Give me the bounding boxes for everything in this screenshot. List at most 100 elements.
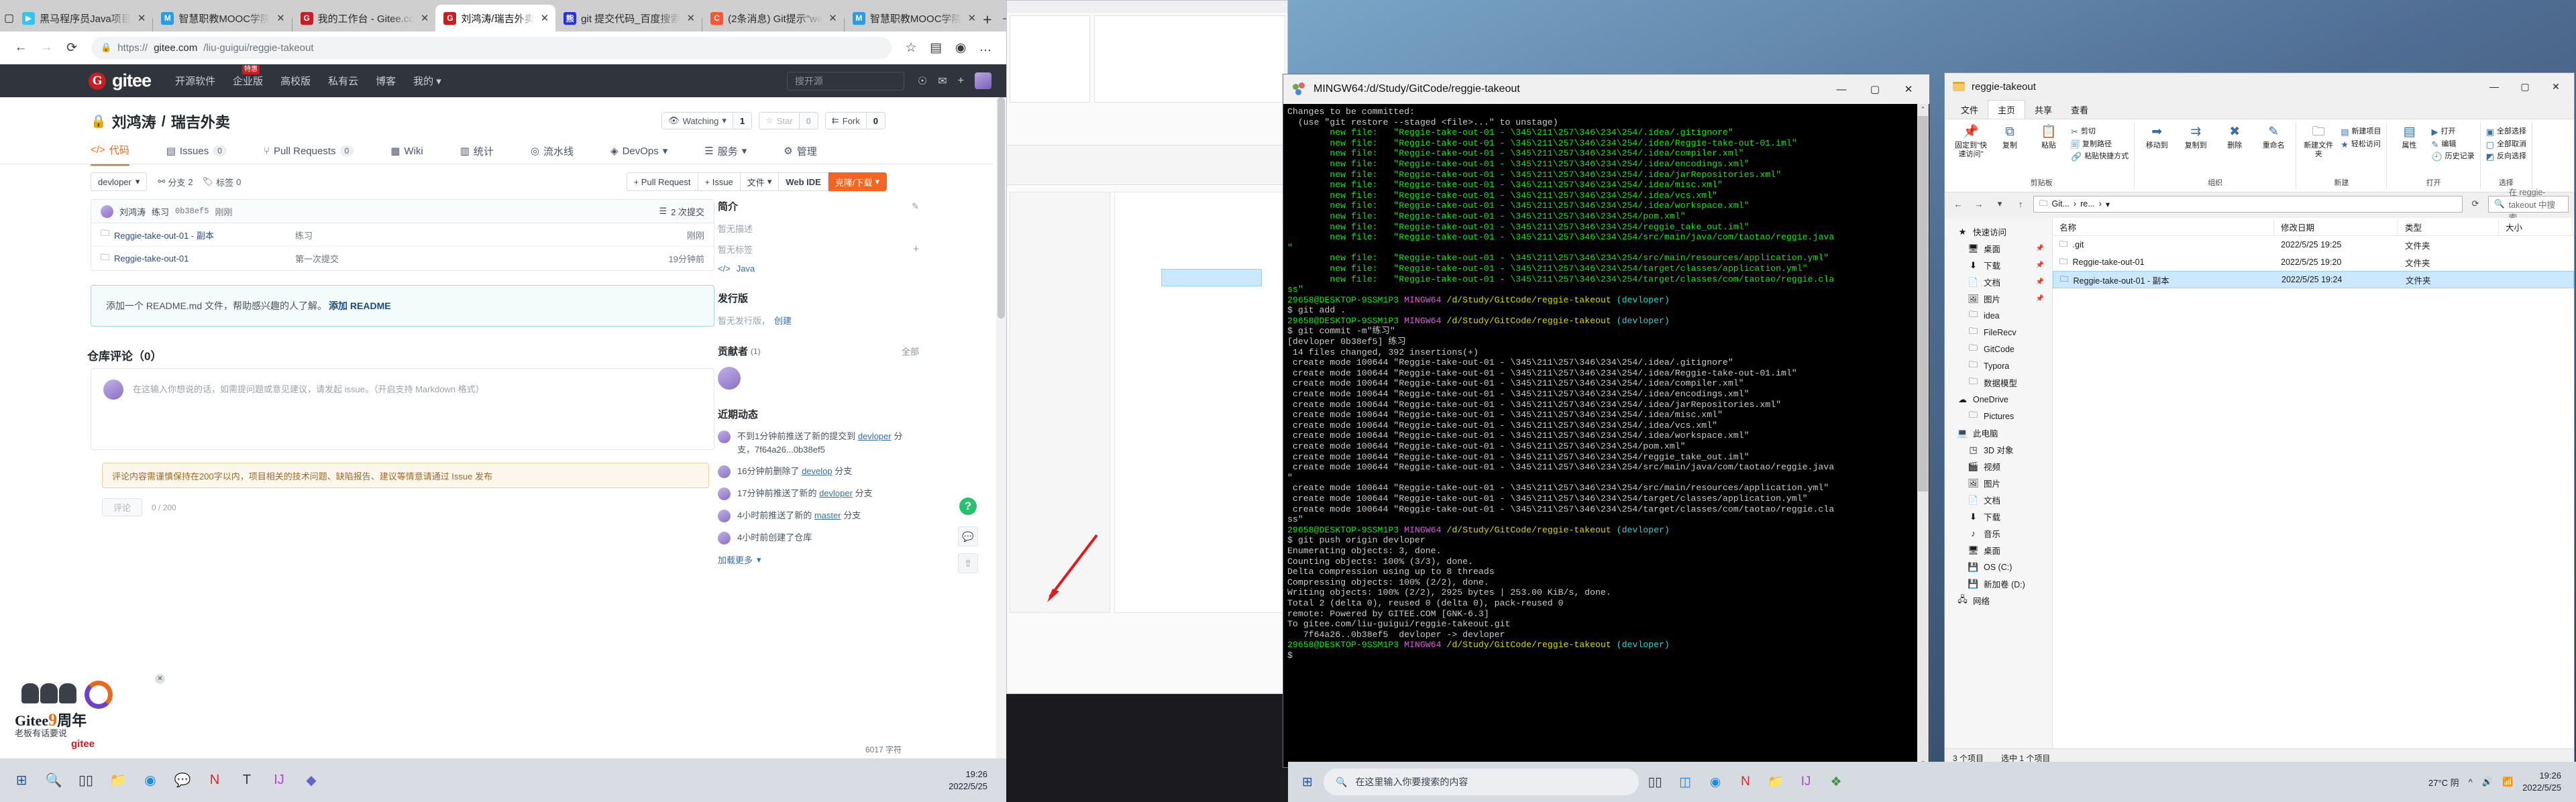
search-icon[interactable]: 🔍 [39, 766, 68, 795]
start-icon[interactable]: ⊞ [7, 766, 36, 795]
branches-link[interactable]: ⚯ 分支 2 [158, 176, 193, 188]
edge-icon[interactable]: ◉ [136, 766, 165, 795]
close-icon[interactable]: ✕ [1892, 74, 1925, 104]
minimize-icon[interactable]: — [992, 5, 1006, 32]
repo-tab-代码[interactable]: </> 代码 [91, 143, 129, 166]
ribbon-button-移动到[interactable]: ➡ 移动到 [2140, 125, 2174, 150]
explorer-ribbon-tab-共享[interactable]: 共享 [2025, 101, 2061, 119]
wechat-icon[interactable]: 💬 [168, 766, 197, 795]
close-icon[interactable]: ✕ [2540, 73, 2571, 100]
close-icon[interactable]: ✕ [138, 12, 146, 24]
close-icon[interactable]: ✕ [421, 12, 429, 24]
repo-tab-Issues[interactable]: ▤ Issues 0 [166, 143, 227, 166]
activity-link[interactable]: develop [802, 466, 833, 476]
clock-monitor-2[interactable]: 19:26 2022/5/25 [2522, 770, 2561, 793]
repo-tab-Pull Requests[interactable]: ⑂ Pull Requests 0 [264, 143, 354, 166]
table-row[interactable]: 🗀 Reggie-take-out-01 2022/5/25 19:20 文件夹 [2053, 253, 2574, 271]
ribbon-button-新建文件夹[interactable]: 🗀 新建文件夹 [2302, 125, 2335, 159]
gitee-nav-item[interactable]: 私有云 [328, 74, 358, 88]
ribbon-button-历史记录[interactable]: 🕘 历史记录 [2431, 152, 2474, 162]
browser-tab[interactable]: 熊 git 提交代码_百度搜索 ✕ [555, 5, 702, 32]
repo-tab-DevOps[interactable]: ◈ DevOps ▾ [610, 143, 667, 166]
terminal-scrollbar[interactable]: ⌃ ⌄ [1917, 104, 1929, 766]
maximize-icon[interactable]: ▢ [2510, 73, 2540, 100]
browser-tab[interactable]: G 刘鸿涛/瑞吉外卖 ✕ [435, 5, 556, 32]
ribbon-button-新建项目[interactable]: ▤ 新建项目 [2341, 127, 2381, 137]
forward-icon[interactable]: → [1971, 196, 1987, 212]
column-header-大小[interactable]: 大小 [2499, 218, 2573, 235]
ribbon-button-属性[interactable]: ▤ 属性 [2392, 125, 2426, 150]
path-segment[interactable]: re... [2080, 199, 2095, 209]
gitee-nav-item[interactable]: 开源软件 [175, 74, 215, 88]
repo-name[interactable]: 瑞吉外卖 [171, 111, 230, 132]
repo-action-+ Issue[interactable]: + Issue [698, 172, 741, 191]
repo-action-Web IDE[interactable]: Web IDE [779, 172, 828, 191]
pin-icon[interactable]: 📌 [2036, 262, 2044, 269]
tray-chevron-icon[interactable]: ^ [2469, 777, 2473, 787]
create-release-link[interactable]: 创建 [774, 314, 792, 327]
activity-link[interactable]: devloper [858, 431, 892, 441]
close-icon[interactable]: ✕ [687, 12, 696, 24]
ribbon-button-粘贴快捷方式[interactable]: 🔗 粘贴快捷方式 [2071, 152, 2129, 162]
browser-tab[interactable]: ▶ 黑马程序员Java项目 ✕ [14, 5, 152, 32]
table-row[interactable]: 🗀 .git 2022/5/25 19:25 文件夹 [2053, 236, 2574, 253]
message-icon[interactable]: ✉ [938, 74, 947, 88]
explorer-ribbon-tab-查看[interactable]: 查看 [2061, 101, 2098, 119]
avatar[interactable] [975, 72, 991, 89]
reload-icon[interactable]: ⟳ [60, 36, 83, 59]
ribbon-button-重命名[interactable]: ✎ 重命名 [2257, 125, 2290, 150]
tree-item-文档[interactable]: 📄 文档 📌 [1945, 274, 2052, 290]
file-name[interactable]: Reggie-take-out-01 - 副本 [114, 229, 214, 241]
refresh-icon[interactable]: ⟳ [2467, 196, 2483, 212]
file-explorer-window[interactable]: reggie-takeout — ▢ ✕ 文件 主页 共享 查看 📌 固定到"快速访问"… [1944, 72, 2575, 768]
app-icon[interactable]: ◆ [297, 766, 326, 795]
ribbon-button-全部选择[interactable]: ▣ 全部选择 [2486, 127, 2526, 137]
pin-icon[interactable]: 📌 [2036, 295, 2044, 302]
tree-item-网络[interactable]: 🖧 网络 [1945, 592, 2052, 609]
repo-tab-管理[interactable]: ⚙ 管理 [784, 143, 816, 166]
comment-input-box[interactable]: 在这输入你想说的话，如需提问题或意见建议，请发起 issue。（开启支持 Mar… [91, 368, 714, 450]
tree-item-桌面[interactable]: 🖥 桌面 [1945, 542, 2052, 559]
browser-menu-icon[interactable]: … [974, 36, 997, 59]
help-button[interactable]: ? [959, 498, 977, 515]
commit-count-link[interactable]: ☰ 2 次提交 [659, 205, 705, 218]
repo-action-文件[interactable]: 文件 ▾ [740, 172, 780, 191]
plus-icon[interactable]: + [958, 75, 964, 87]
close-icon[interactable]: ✕ [155, 674, 165, 684]
column-header-类型[interactable]: 类型 [2398, 218, 2499, 235]
idea-icon[interactable]: IJ [1792, 768, 1820, 796]
load-more-button[interactable]: 加载更多 ▾ [718, 553, 919, 566]
ribbon-button-轻松访问[interactable]: ★ 轻松访问 [2341, 139, 2381, 150]
gitee-nav-item[interactable]: 我的 ▾ [413, 74, 441, 88]
tree-item-Pictures[interactable]: 🗀 Pictures [1945, 408, 2052, 424]
gitee-logo[interactable]: G gitee [89, 70, 152, 91]
netease-icon[interactable]: N [200, 766, 229, 795]
ribbon-button-固定到"快速访问"[interactable]: 📌 固定到"快速访问" [1954, 125, 1988, 159]
pin-icon[interactable]: 📌 [2036, 245, 2044, 252]
tree-item-桌面[interactable]: 🖥 桌面 📌 [1945, 240, 2052, 257]
column-header-修改日期[interactable]: 修改日期 [2274, 218, 2398, 235]
tree-item-此电脑[interactable]: 💻 此电脑 [1945, 424, 2052, 441]
browser-tab[interactable]: M 智慧职教MOOC学院 ✕ [845, 5, 983, 32]
repo-language[interactable]: Java [737, 264, 755, 274]
volume-icon[interactable]: 🔊 [2482, 777, 2493, 787]
browser-tab[interactable]: C (2条消息) Git提示"wa ✕ [702, 5, 844, 32]
gitee-nav-item[interactable]: 企业版 特惠 [233, 65, 263, 88]
maximize-icon[interactable]: ▢ [1858, 74, 1892, 104]
avatar[interactable] [718, 367, 741, 390]
contributors-all-link[interactable]: 全部 [902, 345, 919, 357]
gitee-nav-item[interactable]: 博客 [376, 74, 396, 88]
activity-link[interactable]: master [814, 510, 841, 520]
git-bash-window[interactable]: MINGW64:/d/Study/GitCode/reggie-takeout … [1283, 74, 1930, 768]
tree-item-Typora[interactable]: 🗀 Typora [1945, 357, 2052, 374]
edge-icon[interactable]: ◉ [1701, 768, 1729, 796]
ribbon-button-粘贴[interactable]: 📋 粘贴 [2032, 125, 2065, 150]
ribbon-button-删除[interactable]: ✖ 删除 [2218, 125, 2251, 150]
tree-item-数据模型[interactable]: 🗀 数据模型 [1945, 374, 2052, 391]
explorer-ribbon-tab-主页[interactable]: 主页 [1988, 100, 2026, 119]
gitee-nav-item[interactable]: 高校版 [280, 74, 311, 88]
ribbon-button-全部取消[interactable]: ▢ 全部取消 [2486, 139, 2526, 150]
ribbon-button-剪切[interactable]: ✂ 剪切 [2071, 127, 2129, 137]
task-view-icon[interactable]: ▯▯ [71, 766, 101, 795]
start-icon[interactable]: ⊞ [1293, 768, 1322, 796]
